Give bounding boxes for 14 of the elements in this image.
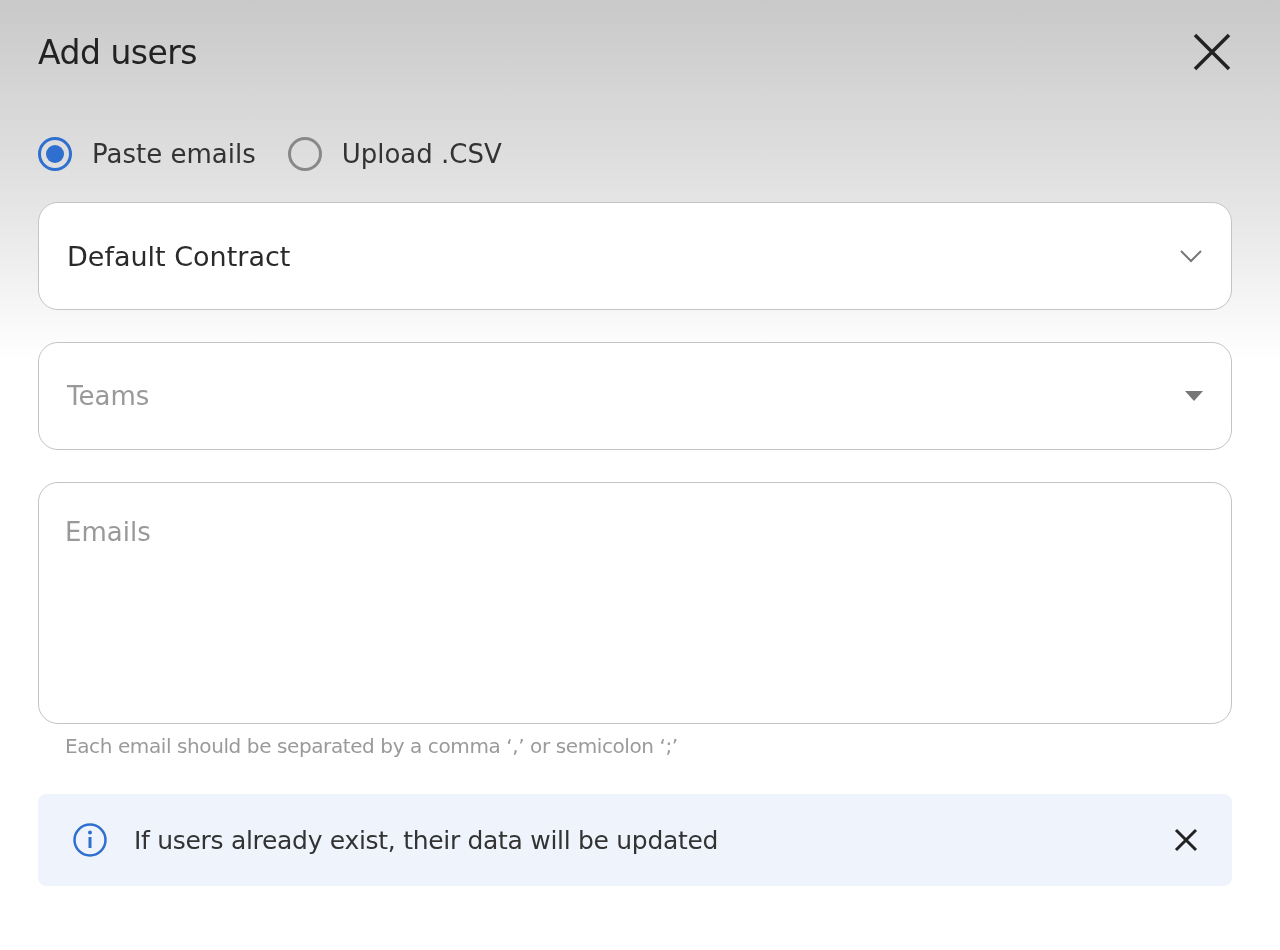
helper-text: Each email should be separated by a comma ‘,’ or semicolon ‘;’ — [65, 734, 679, 758]
dialog-title: Add users — [38, 32, 198, 72]
radio-label: Paste emails — [92, 139, 256, 169]
close-button[interactable] — [1174, 828, 1198, 852]
info-text: If users already exist, their data will be updated — [134, 825, 720, 855]
emails-field[interactable]: Emails — [38, 482, 1232, 724]
caret-down-icon — [1185, 391, 1203, 401]
radio-label: Upload .CSV — [341, 139, 502, 169]
contract-select[interactable]: Default Contract — [38, 202, 1232, 310]
radio-button[interactable] — [38, 137, 72, 171]
chevron-down-icon — [1179, 249, 1203, 263]
radio-button[interactable] — [287, 137, 322, 171]
close-button[interactable] — [1192, 32, 1232, 72]
info-icon — [72, 822, 108, 858]
